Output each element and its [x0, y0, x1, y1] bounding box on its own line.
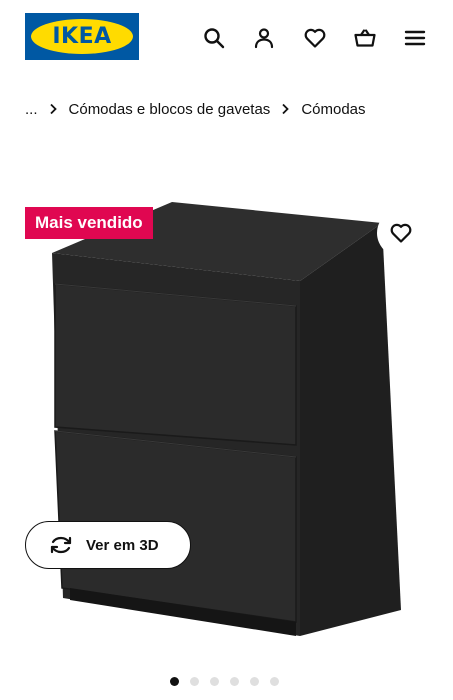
search-icon[interactable] [200, 24, 228, 52]
view-in-3d-button[interactable]: Ver em 3D [25, 521, 191, 569]
carousel-dot[interactable] [210, 676, 219, 686]
heart-icon [390, 223, 412, 243]
product-image[interactable] [0, 190, 453, 660]
add-to-favourites-button[interactable] [377, 209, 425, 257]
chevron-right-icon [281, 103, 290, 115]
carousel-dot[interactable] [250, 676, 259, 686]
carousel-dots [170, 676, 290, 686]
ikea-logo[interactable]: IKEA [25, 13, 139, 60]
dresser-side [300, 223, 401, 636]
carousel-dot[interactable] [170, 676, 179, 686]
breadcrumb-ellipsis[interactable]: ... [25, 101, 38, 118]
logo-text: IKEA [52, 24, 112, 49]
carousel-dot[interactable] [270, 676, 279, 686]
carousel-dot[interactable] [190, 676, 199, 686]
breadcrumb-item-comodas-blocos[interactable]: Cómodas e blocos de gavetas [69, 101, 271, 118]
carousel-dot[interactable] [230, 676, 239, 686]
chevron-right-icon [49, 103, 58, 115]
rotate-3d-icon [50, 536, 72, 554]
user-icon[interactable] [250, 24, 278, 52]
dresser-drawer-top [54, 283, 297, 446]
breadcrumb-item-comodas[interactable]: Cómodas [301, 101, 365, 118]
basket-icon[interactable] [351, 24, 379, 52]
breadcrumb: ... Cómodas e blocos de gavetas Cómodas [25, 98, 366, 120]
view-in-3d-label: Ver em 3D [86, 536, 159, 554]
bestseller-badge: Mais vendido [25, 207, 153, 239]
site-header: IKEA [0, 0, 453, 78]
logo-oval: IKEA [31, 19, 133, 54]
menu-icon[interactable] [401, 24, 429, 52]
heart-icon[interactable] [301, 24, 329, 52]
